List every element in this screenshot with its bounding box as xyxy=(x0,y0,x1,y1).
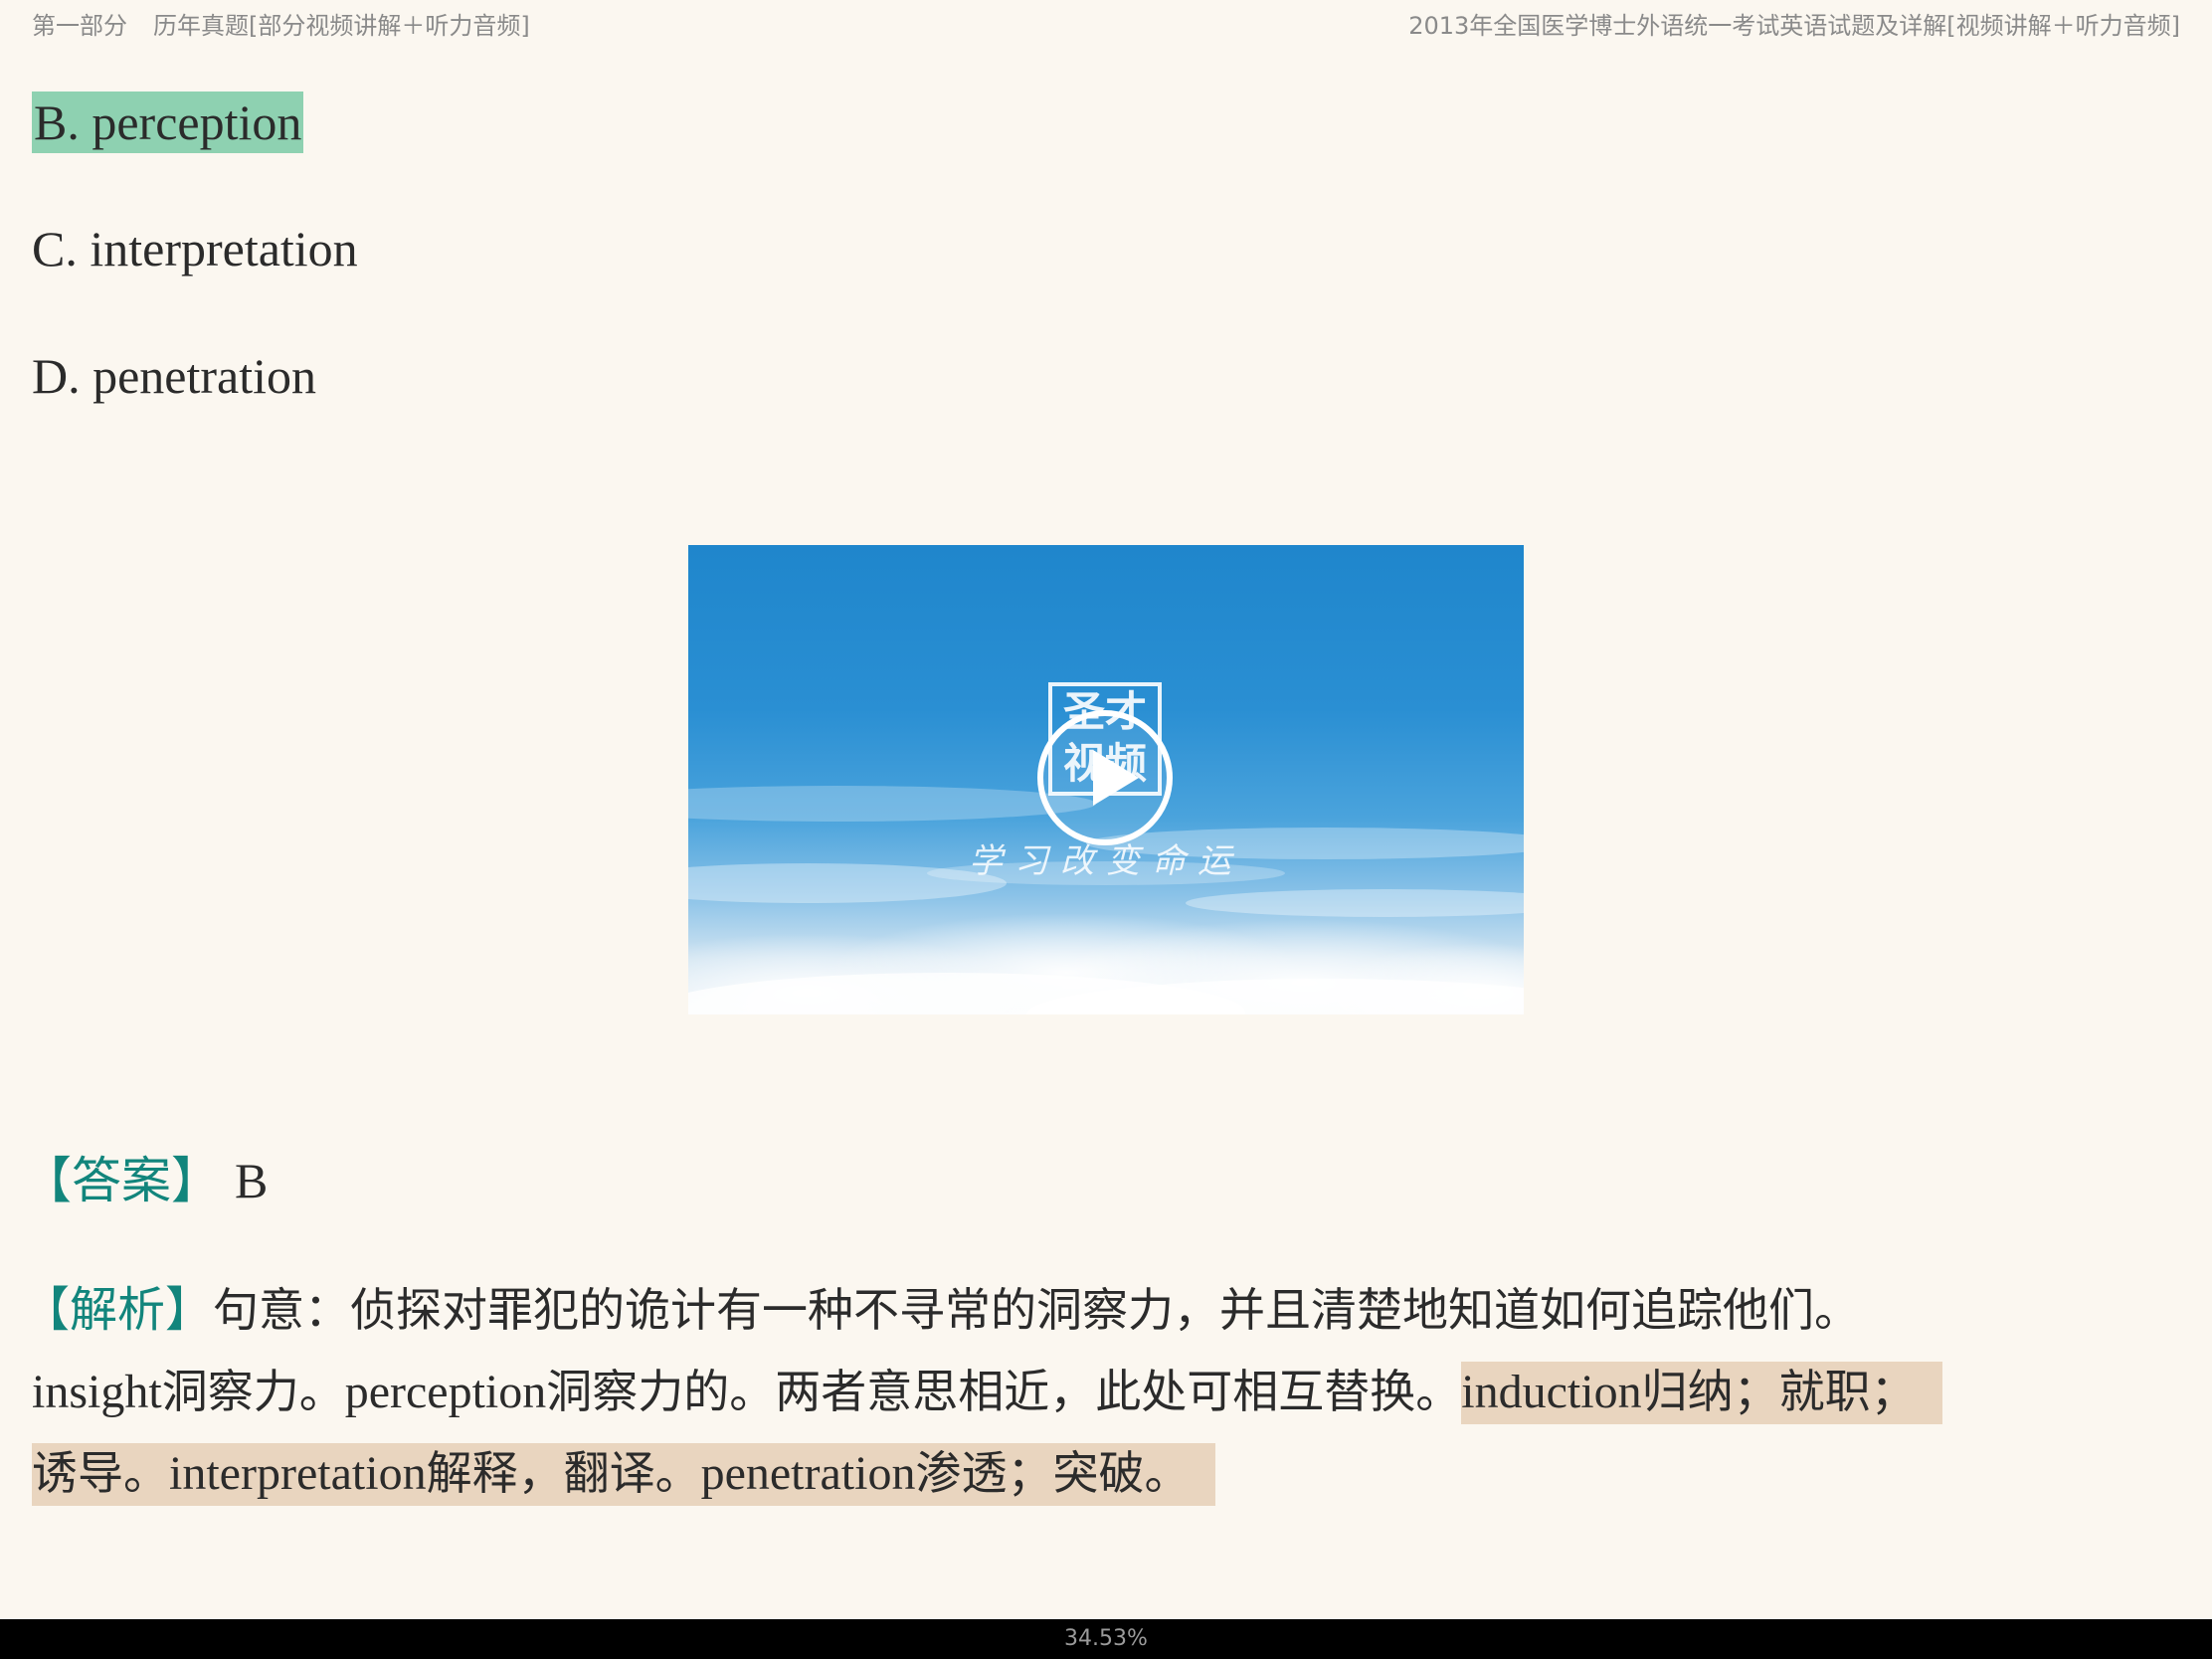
reading-progress-bar: 34.53% xyxy=(0,1619,2212,1659)
term-interpretation: interpretation xyxy=(169,1447,427,1500)
answer-line: 【答案】 B xyxy=(22,1148,268,1213)
analysis-line-1: 【解析】句意：侦探对罪犯的诡计有一种不寻常的洞察力，并且清楚地知道如何追踪他们。 xyxy=(22,1269,2180,1351)
term-penetration-meaning: 渗透；突破。 xyxy=(915,1446,1191,1500)
page-header: 第一部分 历年真题[部分视频讲解＋听力音频] 2013年全国医学博士外语统一考试英… xyxy=(0,0,2212,44)
analysis-sentence-meaning: 句意：侦探对罪犯的诡计有一种不寻常的洞察力，并且清楚地知道如何追踪他们。 xyxy=(213,1283,1861,1337)
play-button[interactable] xyxy=(1037,710,1173,845)
term-induction-meaning-cont: 诱导。 xyxy=(32,1446,169,1500)
play-icon xyxy=(1093,750,1139,806)
chapter-breadcrumb: 第一部分 历年真题[部分视频讲解＋听力音频] xyxy=(32,6,530,41)
analysis-label: 【解析】 xyxy=(22,1282,214,1338)
answer-value: B xyxy=(235,1153,269,1208)
term-induction-meaning: 归纳；就职； xyxy=(1641,1365,1917,1418)
section-label: 历年真题[部分视频讲解＋听力音频] xyxy=(153,12,530,40)
book-title: 2013年全国医学博士外语统一考试英语试题及详解[视频讲解＋听力音频] xyxy=(1408,12,2180,40)
highlight-induction[interactable]: induction归纳；就职； xyxy=(1461,1362,1942,1424)
term-penetration: penetration xyxy=(700,1447,916,1500)
part-label: 第一部分 xyxy=(32,12,127,40)
highlight-interpretation-penetration[interactable]: 诱导。interpretation解释，翻译。penetration渗透；突破。 xyxy=(32,1443,1216,1506)
option-d: D. penetration xyxy=(32,348,317,404)
analysis-block: 【解析】句意：侦探对罪犯的诡计有一种不寻常的洞察力，并且清楚地知道如何追踪他们。… xyxy=(22,1269,2180,1514)
term-perception-meaning: 洞察力的。两者意思相近，此处可相互替换。 xyxy=(546,1365,1462,1418)
video-player[interactable]: 圣才 视频 学习改变命运 xyxy=(688,545,1524,1014)
analysis-line-3: 诱导。interpretation解释，翻译。penetration渗透；突破。 xyxy=(32,1432,2180,1514)
term-insight: insight xyxy=(32,1366,162,1418)
reading-progress-text: 34.53% xyxy=(1064,1626,1148,1651)
term-perception: perception xyxy=(344,1366,547,1418)
analysis-line-2: insight洞察力。perception洞察力的。两者意思相近，此处可相互替换… xyxy=(32,1351,2180,1432)
option-b-highlighted[interactable]: B. perception xyxy=(32,92,304,153)
answer-label: 【答案】 xyxy=(22,1152,221,1209)
term-interpretation-meaning: 解释，翻译。 xyxy=(426,1446,701,1500)
term-induction: induction xyxy=(1461,1366,1642,1418)
option-c: C. interpretation xyxy=(32,221,358,276)
term-insight-meaning: 洞察力。 xyxy=(161,1365,345,1418)
